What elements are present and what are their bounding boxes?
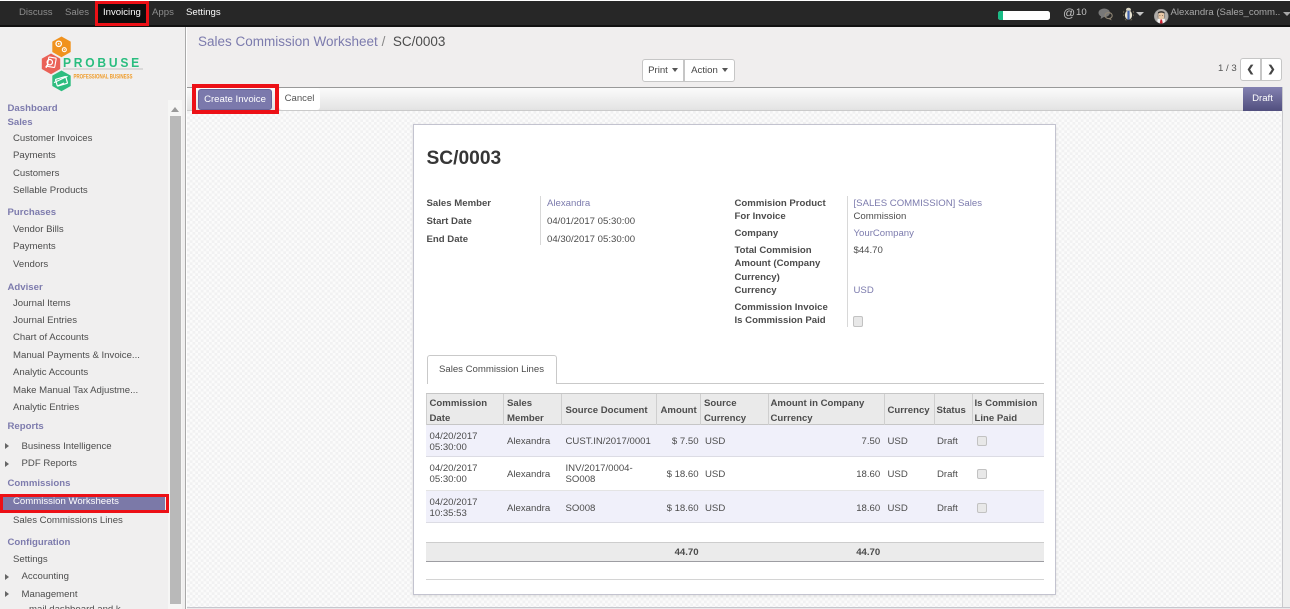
svg-text:PROBUSE: PROBUSE — [63, 55, 142, 70]
svg-text:PROFESSIONAL BUSINESS: PROFESSIONAL BUSINESS — [74, 74, 133, 81]
